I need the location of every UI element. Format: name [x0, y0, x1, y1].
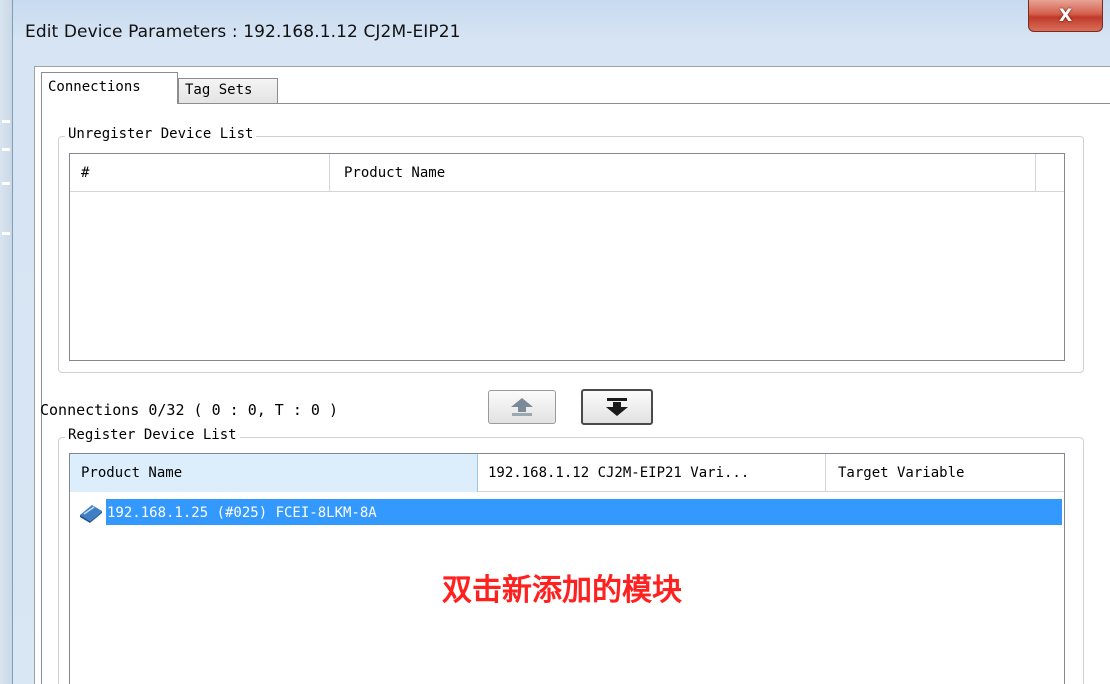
connections-tab-page: Unregister Device List # Product Name Co… — [40, 103, 1110, 684]
move-down-button[interactable] — [581, 389, 653, 425]
background-window-edge — [0, 0, 12, 684]
column-header-target-variable[interactable]: Target Variable — [826, 454, 1064, 492]
title-bar: Edit Device Parameters : 192.168.1.12 CJ… — [13, 0, 1110, 66]
connections-count: Connections 0/32 ( 0 : 0, T : 0 ) — [40, 401, 339, 419]
register-device-list-label: Register Device List — [65, 427, 240, 443]
window-title: Edit Device Parameters : 192.168.1.12 CJ… — [25, 22, 461, 42]
register-list-header: Product Name 192.168.1.12 CJ2M-EIP21 Var… — [70, 454, 1064, 492]
close-icon: X — [1058, 5, 1073, 26]
move-down-icon — [606, 398, 628, 416]
column-header-variable[interactable]: 192.168.1.12 CJ2M-EIP21 Vari... — [478, 454, 826, 492]
dialog-body: Connections Tag Sets Unregister Device L… — [34, 66, 1110, 684]
move-up-button[interactable] — [488, 390, 556, 424]
tab-tag-sets[interactable]: Tag Sets — [178, 78, 278, 104]
device-icon — [76, 501, 106, 523]
column-header-number[interactable]: # — [70, 154, 330, 192]
unregister-device-listview[interactable]: # Product Name — [69, 153, 1065, 361]
column-header-product-name[interactable]: Product Name — [330, 154, 1036, 192]
edit-device-parameters-dialog: Edit Device Parameters : 192.168.1.12 CJ… — [12, 0, 1110, 684]
close-button[interactable]: X — [1028, 0, 1103, 32]
unregister-device-list-label: Unregister Device List — [65, 126, 257, 142]
instruction-annotation: 双击新添加的模块 — [442, 573, 682, 608]
unregister-list-header: # Product Name — [70, 154, 1064, 192]
tab-connections[interactable]: Connections — [41, 72, 178, 104]
column-header-product-name[interactable]: Product Name — [70, 454, 478, 492]
move-up-icon — [511, 398, 533, 416]
row-product-name: 192.168.1.25 (#025) FCEI-8LKM-8A — [107, 505, 377, 521]
